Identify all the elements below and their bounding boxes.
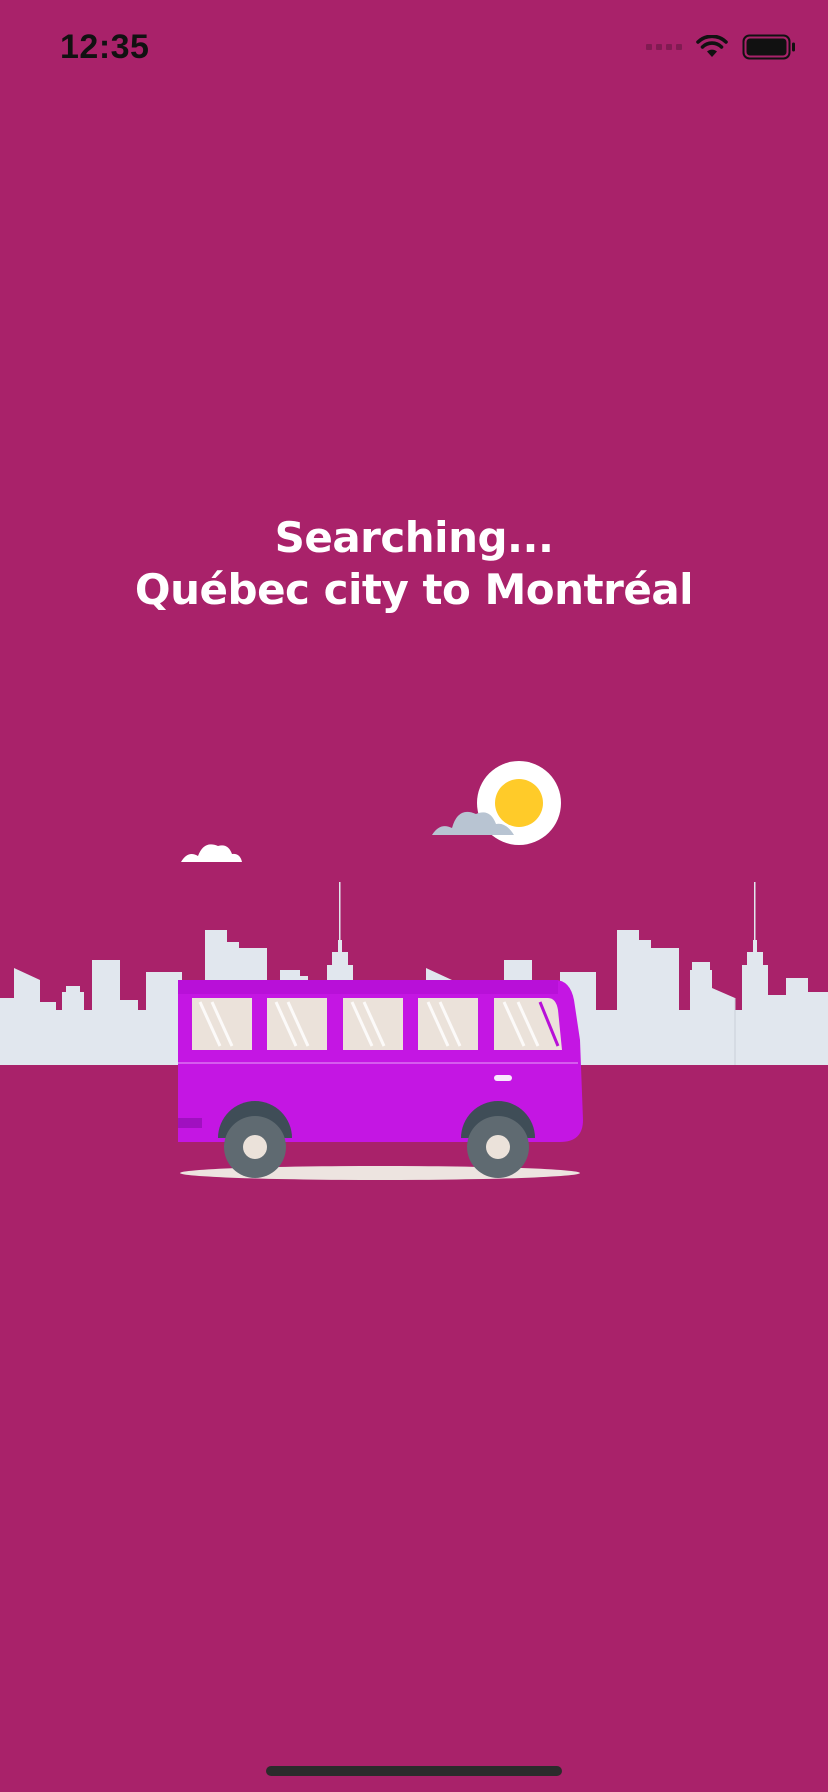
bus-illustration (0, 761, 828, 1180)
status-icons (646, 34, 796, 60)
status-bar: 12:35 (0, 0, 828, 100)
signal-icon (646, 44, 682, 50)
route-label: Québec city to Montréal (134, 565, 694, 614)
search-status: Searching... Québec city to Montréal (0, 512, 828, 616)
status-time: 12:35 (60, 28, 150, 66)
searching-label: Searching... (274, 513, 554, 562)
battery-icon (742, 34, 795, 60)
wifi-icon (696, 35, 728, 57)
home-indicator[interactable] (266, 1766, 562, 1776)
cloud-icon (181, 844, 242, 862)
bus-icon (178, 980, 583, 1178)
